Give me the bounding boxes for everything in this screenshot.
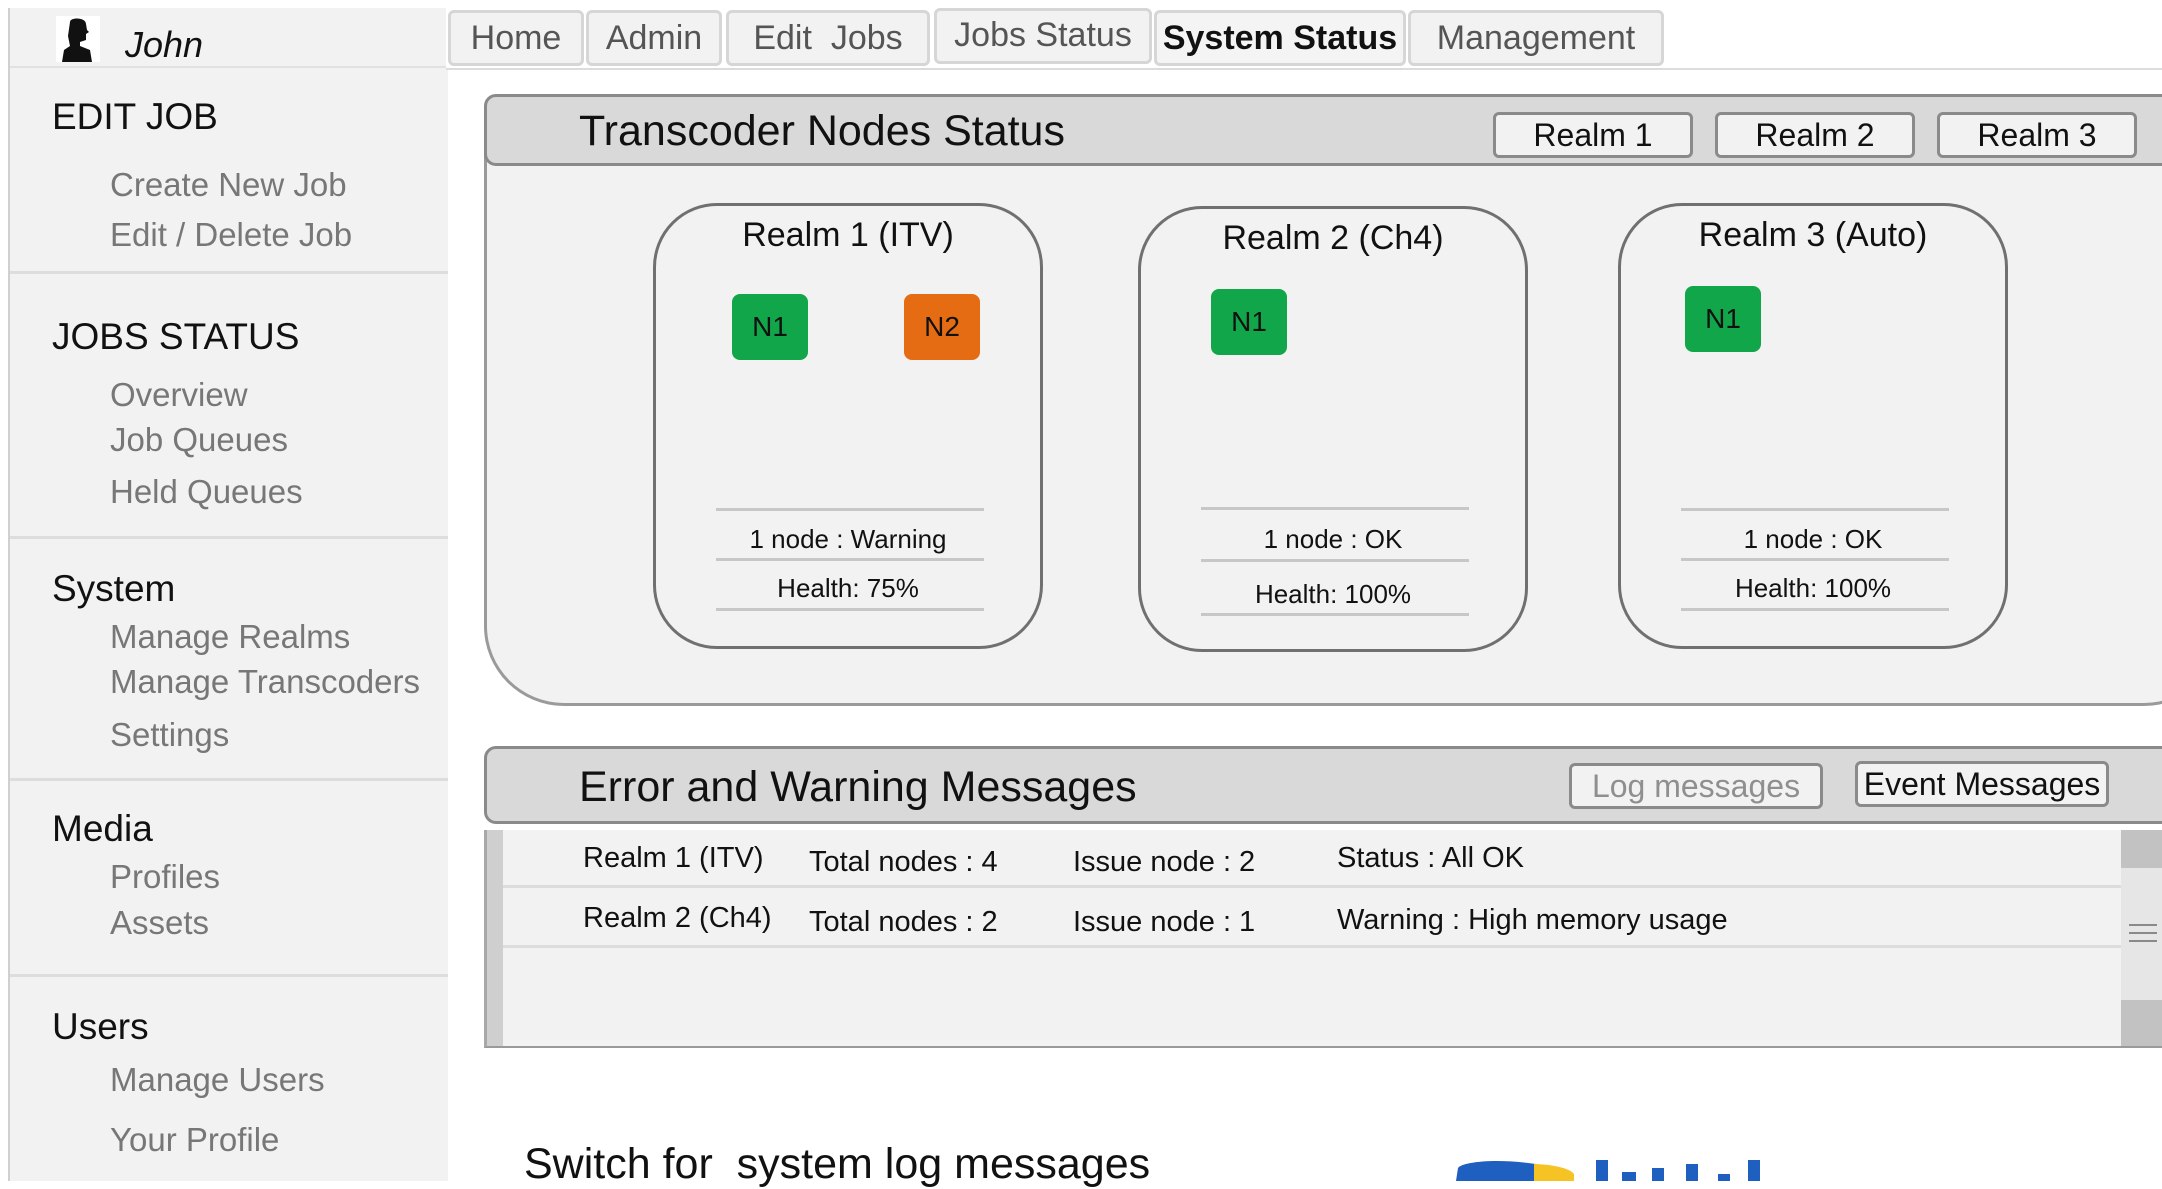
company-logo [1456,1160,1760,1181]
scroll-grip-icon[interactable] [2129,922,2157,944]
divider [716,508,984,511]
sidebar-item-create-new-job[interactable]: Create New Job [110,166,347,204]
sidebar-divider [10,778,448,781]
system-status-page: John EDIT JOB Create New Job Edit / Dele… [0,0,2162,1188]
sidebar-section-system: System [52,568,176,609]
tab-home[interactable]: Home [448,10,584,66]
tab-system-status[interactable]: System Status [1154,10,1406,66]
divider [1201,559,1469,562]
user-name[interactable]: John [125,24,203,66]
cell-total-nodes: Total nodes : 4 [809,846,998,878]
cell-status: Warning : High memory usage [1337,904,1728,936]
sidebar-section-edit-job: EDIT JOB [52,96,218,137]
messages-panel-title: Error and Warning Messages [579,763,1137,811]
divider [1681,558,1949,561]
realm-3-button[interactable]: Realm 3 [1937,112,2137,158]
top-nav: Home Admin Edit Jobs Jobs Status System … [446,8,2162,70]
sidebar-divider [10,974,448,977]
node-n1-ok[interactable]: N1 [1685,286,1761,352]
divider [1681,508,1949,511]
realm-health: Health: 100% [1734,573,1892,603]
node-n2-warning[interactable]: N2 [904,294,980,360]
sidebar-item-edit-delete-job[interactable]: Edit / Delete Job [110,216,352,254]
cell-status: Status : All OK [1337,842,1524,874]
sidebar-item-settings[interactable]: Settings [110,716,229,754]
sidebar-section-media: Media [52,808,153,849]
realm-name: Realm 2 (Ch4) [1222,219,1444,257]
sidebar-divider [10,536,448,539]
event-messages-button[interactable]: Event Messages [1855,761,2109,807]
messages-panel-header: Error and Warning Messages Log messages … [484,746,2162,824]
sidebar-item-manage-transcoders[interactable]: Manage Transcoders [110,663,420,701]
divider [1681,608,1949,611]
nodes-panel-header: Transcoder Nodes Status Realm 1 Realm 2 … [484,94,2162,166]
sidebar-item-manage-users[interactable]: Manage Users [110,1061,325,1099]
sidebar: John EDIT JOB Create New Job Edit / Dele… [8,8,448,1181]
cell-issue-node: Issue node : 1 [1073,906,1256,938]
messages-scrollbar[interactable] [2121,830,2162,1046]
realm-2-button[interactable]: Realm 2 [1715,112,1915,158]
sidebar-section-users: Users [52,1006,149,1047]
realm-name: Realm 1 (ITV) [742,216,954,254]
log-messages-button[interactable]: Log messages [1569,763,1823,809]
realm-name: Realm 3 (Auto) [1698,216,1928,254]
row-gutter [487,830,503,1046]
sidebar-section-jobs-status: JOBS STATUS [52,316,300,357]
realm-summary: 1 node : OK [1743,524,1883,554]
node-n1-ok[interactable]: N1 [732,294,808,360]
cell-issue-node: Issue node : 2 [1073,846,1256,878]
realm-health: Health: 75% [777,573,919,603]
sidebar-item-assets[interactable]: Assets [110,904,209,942]
node-n1-ok[interactable]: N1 [1211,289,1287,355]
realm-card: Realm 3 (Auto) N1 1 node : OK Health: 10… [1618,203,2008,649]
sidebar-item-profiles[interactable]: Profiles [110,858,220,896]
tab-management[interactable]: Management [1408,10,1664,66]
cell-total-nodes: Total nodes : 2 [809,906,998,938]
divider [716,558,984,561]
nodes-panel-title: Transcoder Nodes Status [579,107,1065,155]
divider [1201,613,1469,616]
messages-table: Realm 1 (ITV) Total nodes : 4 Issue node… [484,830,2162,1048]
sidebar-item-job-queues[interactable]: Job Queues [110,421,288,459]
scroll-down-button[interactable] [2121,1000,2162,1046]
divider [716,608,984,611]
realm-summary: 1 node : Warning [749,524,947,554]
sidebar-item-your-profile[interactable]: Your Profile [110,1121,279,1159]
sidebar-item-manage-realms[interactable]: Manage Realms [110,618,350,656]
realm-card: Realm 1 (ITV) N1 N2 1 node : Warning Hea… [653,203,1043,649]
sidebar-divider [10,271,448,274]
table-row[interactable]: Realm 1 (ITV) Total nodes : 4 Issue node… [503,830,2147,888]
cell-realm: Realm 1 (ITV) [583,842,764,874]
annotation-note: Switch for system log messages [524,1140,1151,1188]
user-header: John [10,8,448,68]
user-silhouette-icon [56,16,100,62]
tab-admin[interactable]: Admin [586,10,722,66]
scroll-up-button[interactable] [2121,830,2162,868]
realm-card: Realm 2 (Ch4) N1 1 node : OK Health: 100… [1138,206,1528,652]
cell-realm: Realm 2 (Ch4) [583,902,772,934]
nodes-panel-body: Realm 1 (ITV) N1 N2 1 node : Warning Hea… [484,128,2162,706]
realm-summary: 1 node : OK [1263,524,1403,554]
realm-1-button[interactable]: Realm 1 [1493,112,1693,158]
divider [1201,507,1469,510]
realm-health: Health: 100% [1254,579,1412,609]
sidebar-item-overview[interactable]: Overview [110,376,248,414]
tab-jobs-status[interactable]: Jobs Status [934,8,1152,64]
sidebar-item-held-queues[interactable]: Held Queues [110,473,303,511]
table-row[interactable]: Realm 2 (Ch4) Total nodes : 2 Issue node… [503,890,2147,948]
tab-edit-jobs[interactable]: Edit Jobs [726,10,930,66]
